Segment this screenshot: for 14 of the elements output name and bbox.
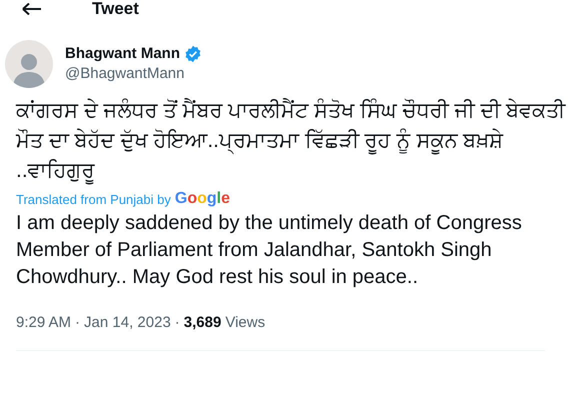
separator-dot: · xyxy=(75,313,80,333)
views-count: 3,689 xyxy=(184,313,222,333)
tweet-time[interactable]: 9:29 AM xyxy=(16,313,72,333)
author-handle[interactable]: @BhagwantMann xyxy=(65,64,202,84)
tweet-date[interactable]: Jan 14, 2023 xyxy=(84,313,171,333)
translated-text: I am deeply saddened by the untimely death of Congress Member of Parliament from Jalandhar, Santokh Singh Chowdhury.. May God rest his soul in peace.. xyxy=(16,211,523,290)
google-logo: Google xyxy=(174,190,230,208)
views-label: Views xyxy=(225,313,266,333)
tweet-text: ਕਾਂਗਰਸ ਦੇ ਜਲੰਧਰ ਤੋਂ ਮੈਂਬਰ ਪਾਰਲੀਮੈਂਟ ਸੰਤੋਖ ਸਿੰਘ ਚੌਧਰੀ ਜੀ ਦੀ ਬੇਵਕਤੀ ਮੌਤ ਦਾ ਬੇਹੱਦ ਦੁੱਖ ਹੋਇਆ..ਪ੍ਰਮਾਤਮਾ ਵਿੱਛੜੀ ਰੂਹ ਨੂੰ ਸਕੂਨ ਬਖ਼ਸ਼ੇ ..ਵਾਹਿਗੁਰੂ xyxy=(16,96,569,186)
back-arrow-icon[interactable] xyxy=(22,3,42,15)
page-title: Tweet xyxy=(92,0,139,18)
author-name[interactable]: Bhagwant Mann xyxy=(65,44,180,64)
avatar-silhouette[interactable] xyxy=(5,40,53,88)
separator-dot: · xyxy=(174,313,180,333)
